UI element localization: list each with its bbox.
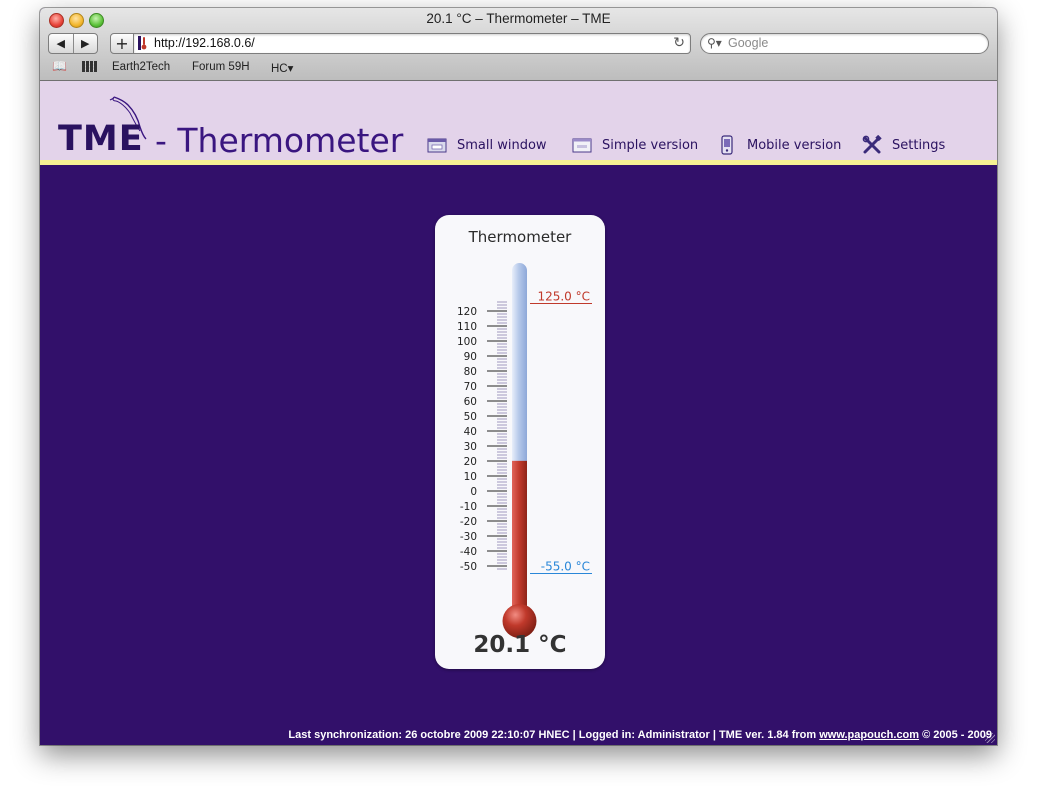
scale-label: 40	[464, 426, 477, 438]
browser-window: 20.1 °C – Thermometer – TME ◀ ▶ + http:/…	[40, 8, 997, 745]
temperature-reading: 20.1 °C	[473, 632, 567, 658]
back-button[interactable]: ◀	[49, 34, 73, 53]
address-bar[interactable]: http://192.168.0.6/ ↻	[133, 33, 691, 54]
bookmark-earth2tech[interactable]: Earth2Tech	[112, 61, 170, 73]
settings-tools-icon	[862, 135, 882, 154]
status-footer: Last synchronization: 26 octobre 2009 22…	[288, 729, 992, 741]
menu-settings[interactable]: Settings	[862, 135, 945, 155]
menu-label-mobile-version: Mobile version	[747, 137, 842, 153]
window-title: 20.1 °C – Thermometer – TME	[426, 11, 611, 26]
menu-label-small-window: Small window	[457, 137, 547, 153]
plus-icon: +	[115, 33, 129, 53]
max-limit-label: 125.0 °C	[537, 290, 590, 304]
forward-arrow-icon: ▶	[81, 37, 90, 50]
papouch-link[interactable]: www.papouch.com	[819, 729, 919, 741]
menu-label-settings: Settings	[892, 137, 946, 153]
site-favicon-icon	[138, 36, 147, 50]
scale-label: 110	[457, 321, 477, 333]
scale-label: -10	[460, 501, 477, 513]
mobile-icon	[721, 135, 733, 155]
back-arrow-icon: ◀	[56, 37, 65, 50]
scale-label: 90	[464, 351, 477, 363]
top-sites-grid-icon[interactable]	[82, 61, 97, 72]
scale-label: 20	[464, 456, 477, 468]
scale-label: 60	[464, 396, 477, 408]
footer-copyright: © 2005 - 2009	[919, 729, 992, 741]
search-placeholder: Google	[728, 36, 769, 50]
scale-label: 10	[464, 471, 477, 483]
menu-label-simple-version: Simple version	[602, 137, 699, 153]
history-nav: ◀ ▶	[48, 33, 98, 54]
scale-label: -30	[460, 531, 477, 543]
mercury-column	[512, 460, 527, 613]
small-window-icon	[427, 138, 447, 153]
temperature-scale: 1201101009080706050403020100-10-20-30-40…	[457, 301, 507, 573]
thermometer-card: Thermometer 120 110 100 90 80 70 60 50 4…	[435, 215, 605, 669]
menu-mobile-version[interactable]: Mobile version	[717, 135, 841, 155]
footer-sync-info: Last synchronization: 26 octobre 2009 22…	[288, 729, 820, 741]
tme-logo: TME	[58, 119, 144, 159]
browser-toolbar: 20.1 °C – Thermometer – TME ◀ ▶ + http:/…	[40, 8, 997, 81]
scale-label: 80	[464, 366, 477, 378]
add-bookmark-button[interactable]: +	[110, 33, 134, 54]
scale-label: 0	[470, 486, 477, 498]
bookmarks-book-icon[interactable]: 📖	[52, 59, 67, 73]
scale-label: -50	[460, 561, 477, 573]
scale-label: -20	[460, 516, 477, 528]
bookmark-forum-59h[interactable]: Forum 59H	[192, 61, 250, 73]
bookmark-hc-folder[interactable]: HC▾	[271, 61, 293, 75]
scale-label: 50	[464, 411, 477, 423]
search-input[interactable]: ⚲▾ Google	[700, 33, 989, 54]
scale-label: 30	[464, 441, 477, 453]
thermometer-graphic: 1201101009080706050403020100-10-20-30-40…	[457, 263, 592, 638]
scale-label: 120	[457, 306, 477, 318]
search-icon: ⚲▾	[707, 36, 722, 50]
menu-simple-version[interactable]: Simple version	[572, 135, 698, 155]
scale-label: 100	[457, 336, 477, 348]
simple-version-icon	[572, 138, 592, 153]
reload-icon[interactable]: ↻	[673, 35, 685, 51]
page-title: - Thermometer	[155, 121, 404, 160]
bookmarks-bar: 📖 Earth2Tech Forum 59H HC▾	[40, 58, 997, 78]
min-limit-label: -55.0 °C	[541, 560, 590, 574]
url-text: http://192.168.0.6/	[154, 36, 255, 50]
window-resize-grip[interactable]	[985, 733, 995, 743]
scale-label: 70	[464, 381, 477, 393]
scale-label: -40	[460, 546, 477, 558]
forward-button[interactable]: ▶	[72, 34, 98, 53]
page-header: TME - Thermometer Small window Simple ve…	[40, 81, 997, 165]
menu-small-window[interactable]: Small window	[427, 135, 547, 155]
